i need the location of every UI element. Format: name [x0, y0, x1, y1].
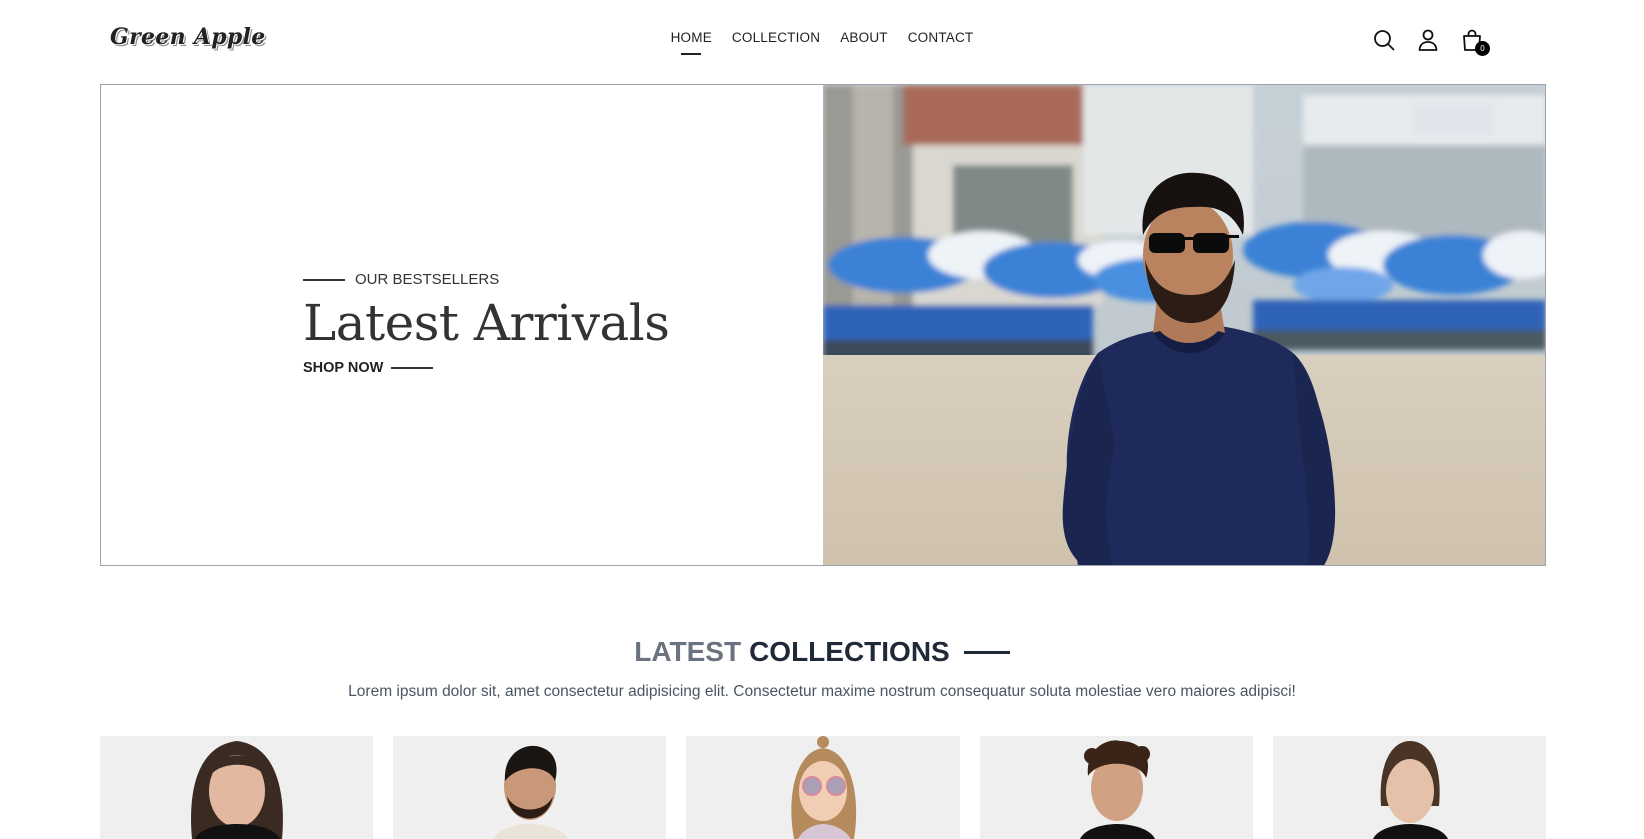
hero-text: OUR BESTSELLERS Latest Arrivals SHOP NOW [303, 271, 670, 376]
product-grid [100, 736, 1547, 839]
shop-now-label: SHOP NOW [303, 360, 384, 376]
search-icon[interactable] [1372, 28, 1396, 52]
product-image-woman-2 [1272, 736, 1547, 839]
shopping-bag-icon[interactable]: 0 [1460, 28, 1490, 56]
product-card[interactable] [100, 736, 374, 839]
user-icon[interactable] [1416, 28, 1440, 52]
nav-home[interactable]: HOME [671, 30, 712, 45]
product-image-girl [686, 736, 960, 839]
eyebrow-text: OUR BESTSELLERS [355, 271, 500, 288]
product-card[interactable] [686, 736, 960, 839]
nav-contact[interactable]: CONTACT [908, 30, 974, 45]
product-card[interactable] [979, 736, 1253, 839]
nav-collection[interactable]: COLLECTION [732, 30, 820, 45]
site-header: Green Apple HOME COLLECTION ABOUT CONTAC… [0, 0, 1644, 80]
nav-about[interactable]: ABOUT [840, 30, 888, 45]
product-card[interactable] [1272, 736, 1547, 839]
hero-eyebrow: OUR BESTSELLERS [303, 271, 669, 288]
product-image-woman [100, 736, 374, 839]
hero-image [823, 85, 1545, 565]
cart-count-badge: 0 [1475, 41, 1490, 56]
product-card[interactable] [393, 736, 667, 839]
collections-description: Lorem ipsum dolor sit, amet consectetur … [348, 683, 1296, 700]
hero-banner: OUR BESTSELLERS Latest Arrivals SHOP NOW [100, 84, 1546, 566]
hero-photo-man-on-beach [823, 85, 1545, 565]
hero-title: Latest Arrivals [303, 294, 670, 352]
shop-now-line [391, 367, 434, 369]
collections-heading: LATEST COLLECTIONS [0, 636, 1644, 668]
header-actions: 0 [1372, 28, 1490, 56]
heading-bold: COLLECTIONS [749, 636, 950, 667]
hero-text-panel: OUR BESTSELLERS Latest Arrivals SHOP NOW [101, 85, 823, 565]
heading-light: LATEST [634, 636, 742, 667]
product-image-man [393, 736, 667, 839]
product-image-teen-boy [979, 736, 1253, 839]
eyebrow-line [303, 278, 345, 281]
shop-now-link[interactable]: SHOP NOW [303, 360, 669, 376]
heading-line [963, 650, 1010, 654]
